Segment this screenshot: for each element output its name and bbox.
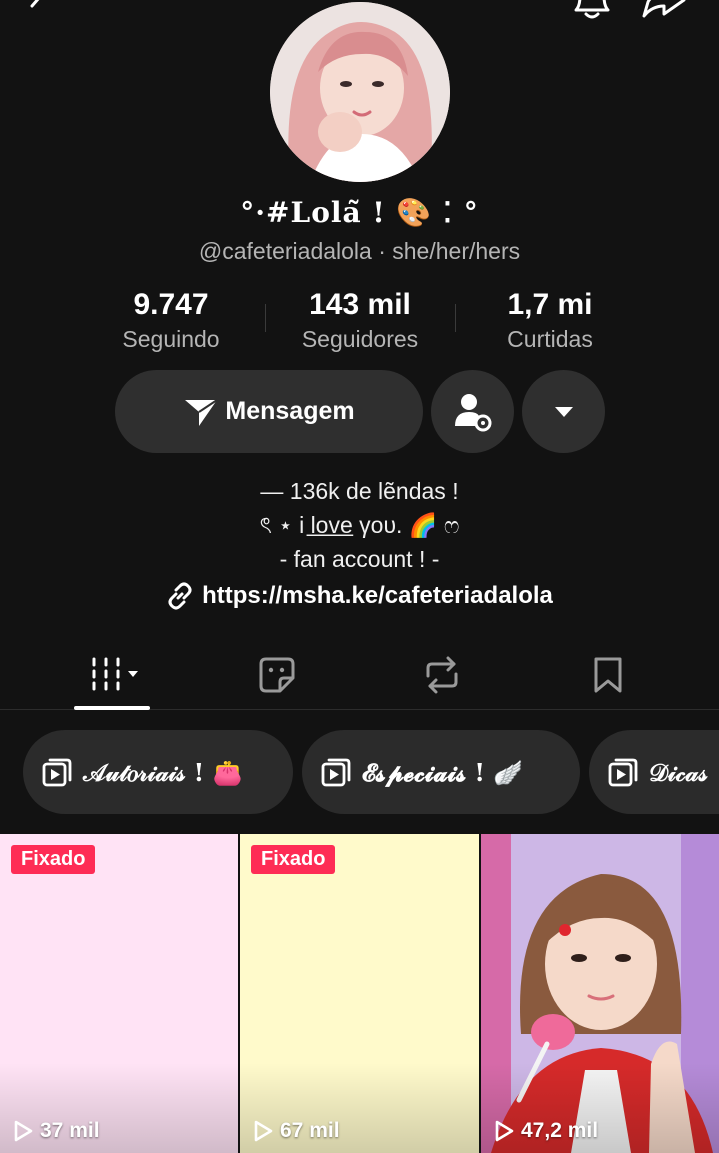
video-thumbnail[interactable]: 47,2 mil [481,834,719,1153]
bio-link[interactable]: https://msha.ke/cafeteriadalola [0,582,719,610]
grid-videos-icon [92,657,138,691]
bio-line: - fan account ! - [279,546,440,572]
stat-following-value: 9.747 [133,288,209,321]
back-arrow-icon[interactable] [20,0,60,26]
link-icon [168,582,192,610]
view-count-text: 47,2 mil [521,1119,599,1142]
bio-line: — 136k de lẽndas ! [260,478,459,504]
avatar[interactable] [270,2,450,182]
message-button-label: Mensagem [225,397,355,425]
playlist-chip-label: 𝒟𝒾𝒸𝒶𝓈 [649,757,708,787]
tab-favorites[interactable] [217,640,337,710]
more-options-button[interactable] [522,370,605,453]
pinned-badge: Fixado [11,845,96,874]
tab-videos[interactable] [54,640,174,710]
play-icon [254,1120,273,1142]
send-icon [185,398,218,426]
playlist-chips: 𝒜𝓊𝓉𝑜𝓇𝒾𝒶𝒾𝓈 ! 👛 𝓔𝓼𝓹𝓮𝓬𝓲𝓪𝓲𝓼 ! 🪽 𝒟𝒾𝒸𝒶𝓈 [0,730,719,814]
playlist-chip[interactable]: 𝒜𝓊𝓉𝑜𝓇𝒾𝒶𝒾𝓈 ! 👛 [23,730,293,814]
stat-followers-value: 143 mil [309,288,411,321]
view-count: 67 mil [252,1119,340,1143]
tab-reposts[interactable] [382,640,502,710]
play-icon [14,1120,33,1142]
bio-line: ৎ ⋆ i l̲o̲v̲e̲ γου. 🌈 ෆ [259,512,460,538]
profile-tabs [0,640,719,710]
view-count-text: 67 mil [280,1119,340,1142]
bio: — 136k de lẽndas ! ৎ ⋆ i l̲o̲v̲e̲ γου. 🌈… [0,474,719,576]
playlist-icon [321,758,351,787]
sticker-icon [259,657,295,693]
share-icon[interactable] [640,0,688,22]
stat-followers[interactable]: 143 mil Seguidores [265,288,455,353]
stat-likes-value: 1,7 mi [507,288,593,321]
avatar-portrait-image [270,2,450,182]
video-grid: Fixado 37 mil Fixado 67 mil 47,2 mil [0,834,719,1153]
bookmark-icon [594,657,622,693]
playlist-chip[interactable]: 𝒟𝒾𝒸𝒶𝓈 [589,730,719,814]
stats-row: 9.747 Seguindo 143 mil Seguidores 1,7 mi… [0,288,719,358]
playlist-chip-label: 𝒜𝓊𝓉𝑜𝓇𝒾𝒶𝒾𝓈 ! 👛 [83,757,243,787]
view-count: 47,2 mil [493,1119,598,1143]
video-thumbnail[interactable]: Fixado 37 mil [0,834,238,1153]
handle-pronouns: @cafeteriadalola · she/her/hers [198,238,521,264]
display-name: °·#𝐋𝐨𝐥𝐚̃ ! 🎨 ⁚ ° [240,196,479,229]
video-thumbnail[interactable]: Fixado 67 mil [240,834,479,1153]
playlist-icon [608,758,638,787]
pinned-badge: Fixado [251,845,336,874]
stat-following-label: Seguindo [122,326,220,352]
view-count-text: 37 mil [40,1119,100,1142]
stat-following[interactable]: 9.747 Seguindo [76,288,266,353]
stat-followers-label: Seguidores [301,326,419,352]
tab-saved[interactable] [548,640,668,710]
repost-icon [426,656,458,694]
playlist-chip[interactable]: 𝓔𝓼𝓹𝓮𝓬𝓲𝓪𝓲𝓼 ! 🪽 [302,730,580,814]
caret-down-icon [554,406,573,417]
view-count: 37 mil [12,1119,100,1143]
bell-icon[interactable] [570,0,614,22]
bio-link-text: https://msha.ke/cafeteriadalola [202,582,553,609]
play-icon [495,1120,514,1142]
stat-likes[interactable]: 1,7 mi Curtidas [455,288,645,353]
active-tab-indicator [74,706,150,710]
stat-likes-label: Curtidas [507,326,593,352]
playlist-icon [42,758,72,787]
follow-settings-button[interactable] [431,370,514,453]
playlist-chip-label: 𝓔𝓼𝓹𝓮𝓬𝓲𝓪𝓲𝓼 ! 🪽 [362,757,524,787]
message-button[interactable]: Mensagem [115,370,423,453]
user-settings-icon [454,393,491,431]
